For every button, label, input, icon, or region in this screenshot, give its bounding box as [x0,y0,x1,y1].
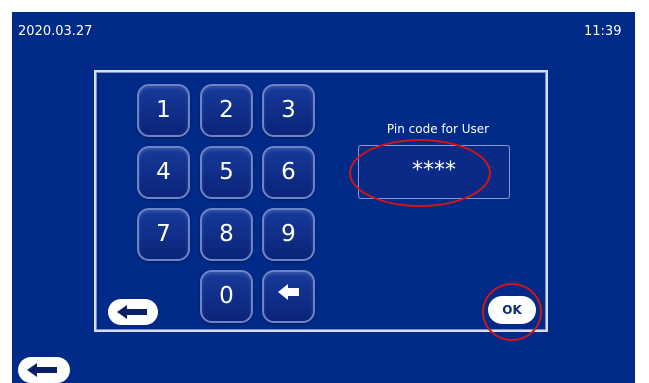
key-label: 6 [281,159,296,185]
keypad-key-4[interactable]: 4 [137,146,190,199]
keypad-key-0[interactable]: 0 [200,270,253,323]
keypad-key-7[interactable]: 7 [137,208,190,261]
key-label: 9 [281,221,296,247]
key-label: 1 [156,97,171,123]
back-arrow-icon [27,363,57,377]
key-label: 2 [219,97,234,123]
ok-button[interactable]: OK [488,296,536,324]
pin-code-field[interactable]: **** [358,145,510,199]
keypad-key-9[interactable]: 9 [262,208,315,261]
date-display: 2020.03.27 [18,24,93,39]
keypad-key-5[interactable]: 5 [200,146,253,199]
key-label: 7 [156,221,171,247]
key-label: 8 [219,221,234,247]
key-label: 0 [219,283,234,309]
keypad-key-8[interactable]: 8 [200,208,253,261]
keypad-key-2[interactable]: 2 [200,84,253,137]
back-arrow-icon [117,305,147,319]
keypad-key-3[interactable]: 3 [262,84,315,137]
keypad-key-6[interactable]: 6 [262,146,315,199]
pin-label: Pin code for User [386,122,490,136]
key-label: 4 [156,159,171,185]
time-display: 11:39 [584,24,622,39]
backspace-arrow-icon [278,284,299,300]
screen-back-button[interactable] [18,357,70,383]
panel-back-button[interactable] [108,299,158,325]
backspace-key[interactable] [262,270,315,323]
keypad-key-1[interactable]: 1 [137,84,190,137]
key-label: 3 [281,97,296,123]
key-label: 5 [219,159,234,185]
